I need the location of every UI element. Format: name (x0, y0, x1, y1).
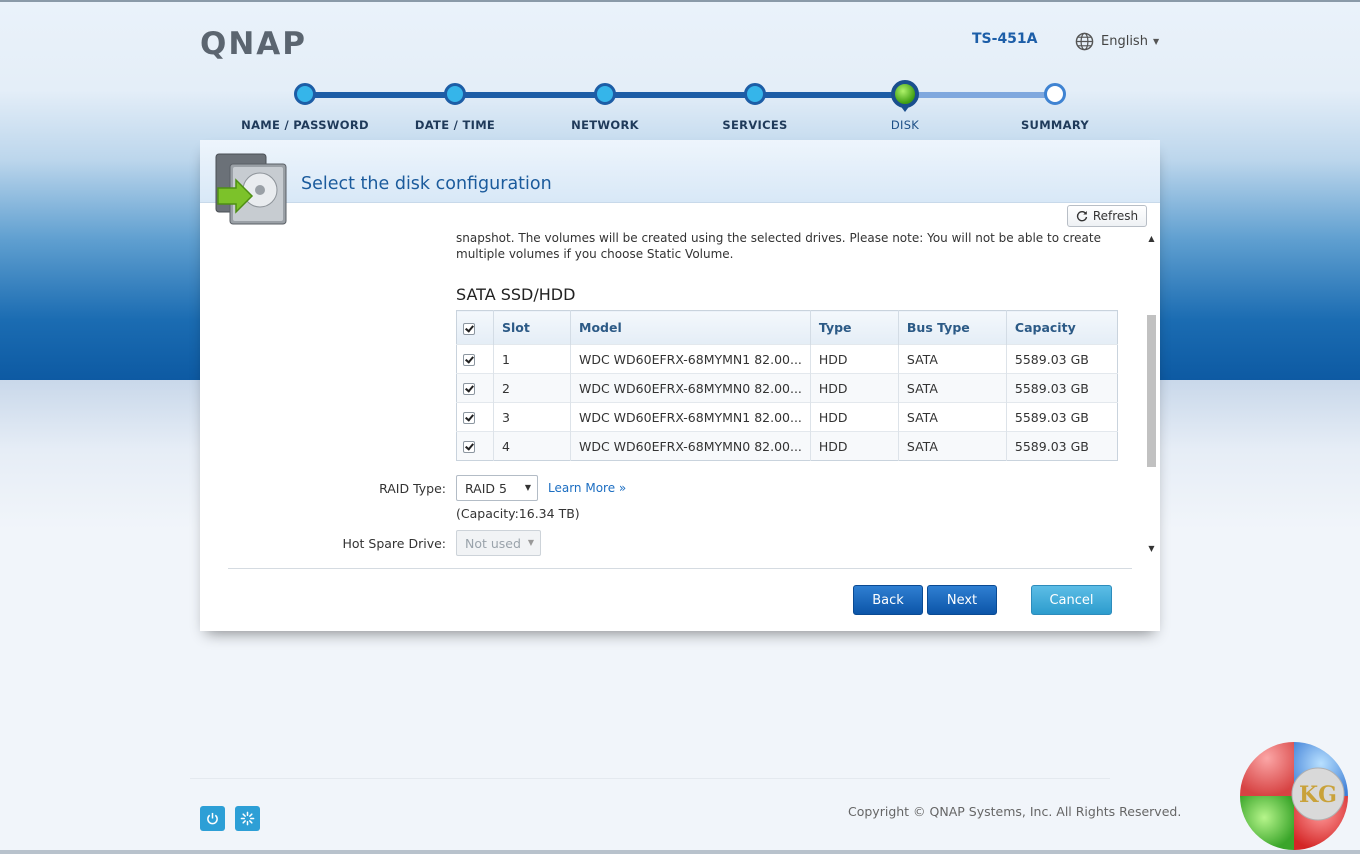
type-cell: HDD (810, 402, 899, 432)
step-label: SERVICES (722, 118, 788, 132)
row-checkbox-cell[interactable] (456, 402, 494, 432)
bus-type-cell: SATA (898, 431, 1007, 461)
step-dot (294, 83, 316, 105)
slot-cell: 3 (493, 402, 571, 432)
language-selector[interactable]: English ▼ (1075, 30, 1159, 52)
raid-type-select[interactable]: RAID 5 ▼ (456, 475, 538, 501)
table-row[interactable]: 1 WDC WD60EFRX-68MYMN1 82.00... HDD SATA… (456, 344, 1118, 374)
power-button[interactable] (200, 806, 225, 831)
row-checkbox-cell[interactable] (456, 344, 494, 374)
scrollbar-thumb[interactable] (1147, 315, 1156, 467)
dialog-title: Select the disk configuration (301, 174, 552, 194)
chevron-down-icon: ▼ (524, 483, 531, 492)
qnap-logo: QNAP (200, 26, 308, 62)
column-header: Capacity (1006, 310, 1118, 345)
kitguru-watermark-logo: KG (1240, 742, 1348, 850)
top-border (0, 0, 1360, 2)
type-cell: HDD (810, 344, 899, 374)
model-cell: WDC WD60EFRX-68MYMN0 82.00... (570, 373, 811, 403)
pin-pointer (899, 104, 911, 112)
table-row[interactable]: 3 WDC WD60EFRX-68MYMN1 82.00... HDD SATA… (456, 402, 1118, 432)
table-row[interactable]: 4 WDC WD60EFRX-68MYMN0 82.00... HDD SATA… (456, 431, 1118, 461)
step-label: NETWORK (571, 118, 639, 132)
disk-config-dialog: Select the disk configuration Refresh sn… (200, 140, 1160, 631)
raid-type-label: RAID Type: (379, 481, 446, 496)
bottom-border (0, 850, 1360, 854)
column-header: Bus Type (898, 310, 1007, 345)
learn-more-link[interactable]: Learn More » (548, 481, 626, 495)
footer-divider (190, 778, 1110, 779)
hard-drive-icon (215, 153, 287, 225)
row-checkbox[interactable] (463, 441, 475, 453)
capacity-cell: 5589.03 GB (1006, 402, 1118, 432)
capacity-cell: 5589.03 GB (1006, 373, 1118, 403)
refresh-label: Refresh (1092, 209, 1139, 223)
select-all-checkbox[interactable] (463, 322, 475, 335)
step-dot (444, 83, 466, 105)
scroll-down-arrow-icon[interactable]: ▼ (1145, 543, 1158, 555)
step-label: SUMMARY (1020, 118, 1090, 132)
row-checkbox[interactable] (463, 412, 475, 424)
loading-button[interactable] (235, 806, 260, 831)
row-checkbox-cell[interactable] (456, 373, 494, 403)
disk-table: Slot Model Type Bus Type Capacity 1 WDC … (456, 310, 1118, 461)
bus-type-cell: SATA (898, 402, 1007, 432)
step-dot (744, 83, 766, 105)
dialog-scroll-content[interactable]: snapshot. The volumes will be created us… (228, 228, 1158, 556)
model-cell: WDC WD60EFRX-68MYMN1 82.00... (570, 344, 811, 374)
refresh-icon (1076, 211, 1088, 222)
slot-cell: 1 (493, 344, 571, 374)
hot-spare-value: Not used (465, 535, 521, 551)
refresh-button[interactable]: Refresh (1067, 205, 1147, 227)
power-icon (207, 812, 218, 825)
globe-icon (1075, 32, 1094, 50)
spinner-icon (240, 811, 255, 826)
language-label: English (1101, 33, 1148, 49)
scroll-up-arrow-icon[interactable]: ▲ (1145, 233, 1158, 245)
capacity-cell: 5589.03 GB (1006, 431, 1118, 461)
next-button[interactable]: Next (927, 585, 997, 615)
step-label: DATE / TIME (414, 118, 496, 132)
bus-type-cell: SATA (898, 344, 1007, 374)
wizard-steps: NAME / PASSWORD DATE / TIME NETWORK SERV… (200, 78, 1160, 138)
table-header-row: Slot Model Type Bus Type Capacity (456, 310, 1118, 345)
type-cell: HDD (810, 431, 899, 461)
cancel-button[interactable]: Cancel (1031, 585, 1112, 615)
raid-type-value: RAID 5 (465, 480, 507, 496)
step-label: DISK (890, 118, 920, 132)
copyright-text: Copyright © QNAP Systems, Inc. All Right… (848, 804, 1182, 819)
table-row[interactable]: 2 WDC WD60EFRX-68MYMN0 82.00... HDD SATA… (456, 373, 1118, 403)
step-dot (1044, 83, 1066, 105)
column-header: Type (810, 310, 899, 345)
vertical-scrollbar[interactable]: ▲ ▼ (1145, 233, 1158, 555)
slot-cell: 2 (493, 373, 571, 403)
progress-track-pending (904, 92, 1054, 98)
back-button[interactable]: Back (853, 585, 923, 615)
section-title: SATA SSD/HDD (456, 285, 576, 304)
capacity-cell: 5589.03 GB (1006, 344, 1118, 374)
step-label: NAME / PASSWORD (241, 118, 369, 132)
chevron-down-icon: ▼ (527, 538, 534, 547)
column-header: Model (570, 310, 811, 345)
row-checkbox[interactable] (463, 354, 475, 366)
chevron-down-icon: ▼ (1152, 36, 1160, 46)
model-cell: WDC WD60EFRX-68MYMN1 82.00... (570, 402, 811, 432)
type-cell: HDD (810, 373, 899, 403)
select-all-cell[interactable] (456, 310, 494, 345)
intro-text: snapshot. The volumes will be created us… (456, 231, 1101, 261)
hot-spare-select: Not used ▼ (456, 530, 541, 556)
watermark-text: KG (1299, 782, 1337, 808)
raid-capacity: (Capacity:16.34 TB) (456, 506, 580, 521)
model-cell: WDC WD60EFRX-68MYMN0 82.00... (570, 431, 811, 461)
slot-cell: 4 (493, 431, 571, 461)
bus-type-cell: SATA (898, 373, 1007, 403)
row-checkbox-cell[interactable] (456, 431, 494, 461)
row-checkbox[interactable] (463, 383, 475, 395)
step-dot (594, 83, 616, 105)
device-model: TS-451A (972, 31, 1038, 47)
hot-spare-label: Hot Spare Drive: (342, 536, 446, 551)
divider (228, 568, 1132, 569)
column-header: Slot (493, 310, 571, 345)
